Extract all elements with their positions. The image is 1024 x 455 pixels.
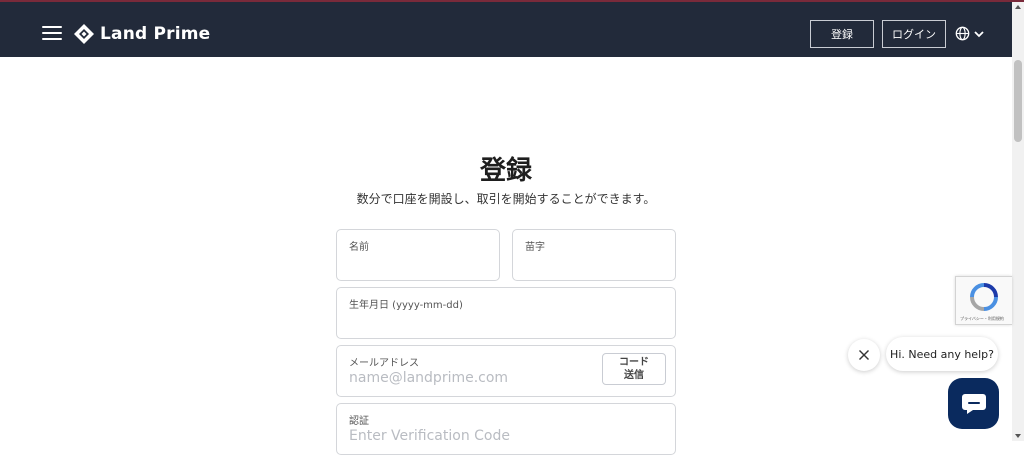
first-name-field[interactable]: 名前 [336, 229, 589, 281]
chevron-down-icon [974, 30, 984, 37]
email-field[interactable]: メールアドレス コード 送信 [336, 345, 676, 397]
verification-field[interactable]: 認証 [336, 403, 676, 455]
close-chat-button[interactable] [848, 339, 880, 371]
page-scrollbar[interactable] [1012, 2, 1024, 441]
globe-icon [955, 26, 970, 41]
last-name-input[interactable] [525, 254, 765, 270]
brand-logo[interactable]: Land Prime [73, 22, 210, 46]
site-header: Land Prime 登録 ログイン [0, 2, 1012, 57]
email-label: メールアドレス [349, 358, 419, 369]
date-of-birth-field[interactable]: 生年月日 (yyyy-mm-dd) [336, 287, 676, 339]
chat-icon [961, 393, 986, 414]
language-selector[interactable] [955, 26, 985, 41]
login-button[interactable]: ログイン [882, 20, 946, 48]
date-of-birth-label: 生年月日 (yyyy-mm-dd) [349, 300, 463, 311]
close-icon [859, 350, 869, 360]
scroll-thumb[interactable] [1014, 60, 1022, 142]
send-code-label-line2: 送信 [624, 370, 644, 381]
register-button[interactable]: 登録 [810, 20, 874, 48]
page-title: 登録 [479, 156, 532, 186]
verification-label: 認証 [349, 416, 369, 427]
recaptcha-icon [970, 283, 998, 311]
verification-input[interactable] [349, 428, 589, 444]
menu-icon[interactable] [42, 26, 62, 42]
chat-help-message[interactable]: Hi. Need any help? [886, 337, 998, 371]
recaptcha-badge[interactable]: プライバシー・利用規約 [955, 276, 1012, 325]
scroll-down-icon[interactable] [1015, 434, 1021, 438]
scroll-up-icon[interactable] [1015, 5, 1021, 9]
email-input[interactable] [349, 370, 589, 386]
brand-name: Land Prime [100, 24, 211, 44]
date-of-birth-input[interactable] [349, 312, 589, 328]
recaptcha-footer: プライバシー・利用規約 [960, 316, 1004, 321]
open-chat-button[interactable] [948, 378, 999, 429]
page-subtitle: 数分で口座を開設し、取引を開始することができます。 [356, 192, 656, 206]
land-prime-logo-icon [74, 24, 94, 44]
send-code-button[interactable]: コード 送信 [602, 353, 666, 385]
first-name-label: 名前 [349, 242, 369, 253]
last-name-label: 苗字 [525, 242, 545, 253]
last-name-field[interactable]: 苗字 [512, 229, 765, 281]
send-code-label-line1: コード [619, 357, 649, 368]
